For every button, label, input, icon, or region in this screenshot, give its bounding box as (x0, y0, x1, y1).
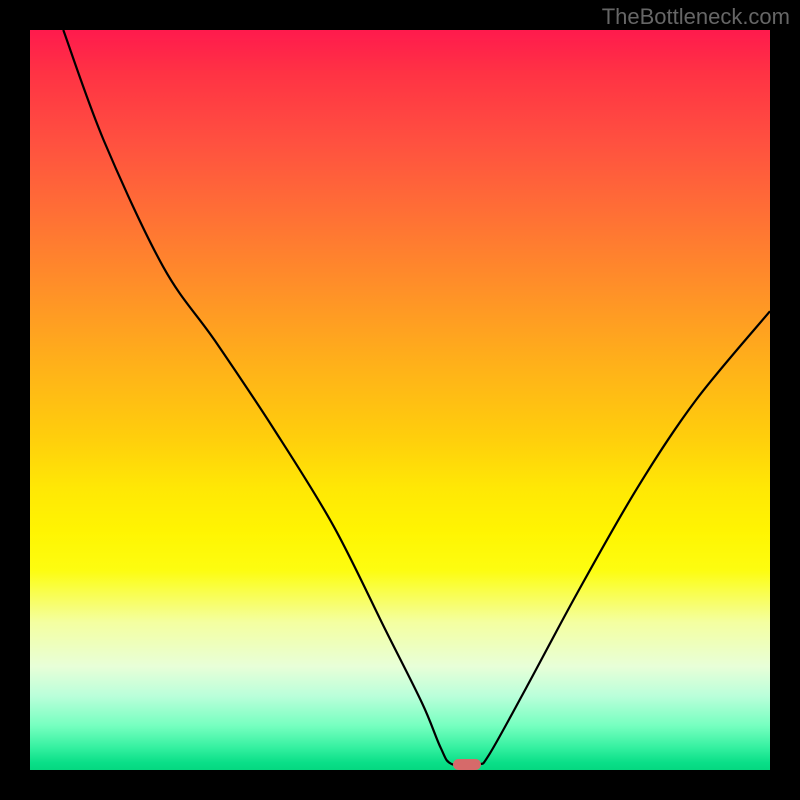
frame-border-right (770, 0, 800, 800)
bottleneck-curve (30, 30, 770, 770)
plot-area (30, 30, 770, 770)
site-watermark: TheBottleneck.com (602, 4, 790, 30)
optimal-point-marker (453, 759, 481, 770)
frame-border-bottom (0, 770, 800, 800)
frame-border-left (0, 0, 30, 800)
